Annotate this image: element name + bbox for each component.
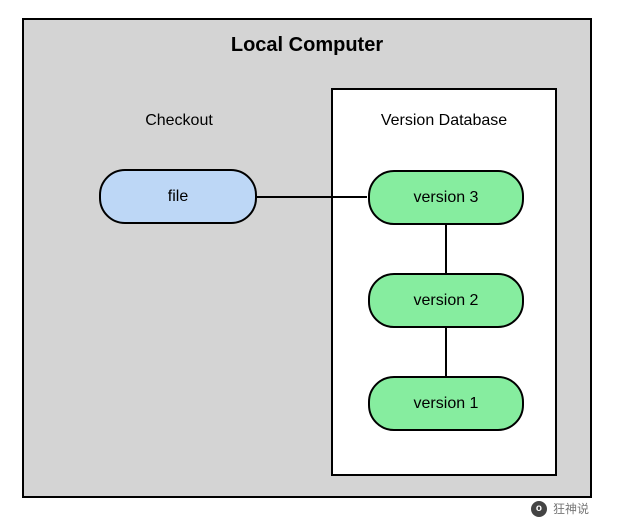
version-3-text: version 3	[414, 189, 479, 207]
checkout-label: Checkout	[119, 112, 239, 130]
file-node: file	[99, 169, 257, 224]
version-3-node: version 3	[368, 170, 524, 225]
version-1-text: version 1	[414, 395, 479, 413]
version-database-label: Version Database	[333, 112, 555, 130]
version-1-node: version 1	[368, 376, 524, 431]
edge-version2-to-version1	[445, 328, 447, 376]
watermark-text: 狂神说	[553, 500, 589, 517]
local-computer-frame: Local Computer Checkout file Version Dat…	[22, 18, 592, 498]
version-2-text: version 2	[414, 292, 479, 310]
file-node-text: file	[168, 188, 188, 206]
watermark: o 狂神说	[531, 500, 589, 517]
watermark-icon: o	[531, 501, 547, 517]
version-2-node: version 2	[368, 273, 524, 328]
edge-file-to-version3	[257, 196, 367, 198]
version-database-panel: Version Database version 3 version 2 ver…	[331, 88, 557, 476]
edge-version3-to-version2	[445, 225, 447, 273]
diagram-title: Local Computer	[24, 34, 590, 57]
